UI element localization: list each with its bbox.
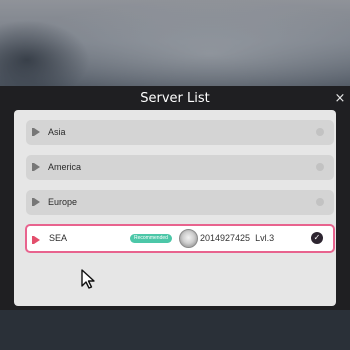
flag-icon: [32, 128, 40, 136]
server-name: America: [48, 162, 82, 172]
flag-icon: [32, 236, 40, 244]
account-level: Lvl.3: [255, 233, 275, 243]
server-row-america[interactable]: America: [26, 155, 334, 180]
server-row-asia[interactable]: Asia: [26, 120, 334, 145]
flag-icon: [32, 163, 40, 171]
radio-empty-icon: [316, 198, 324, 206]
background-bottom: [0, 310, 350, 350]
avatar: [179, 229, 198, 248]
account-info: 2014927425 Lvl.3: [200, 226, 274, 251]
radio-empty-icon: [316, 128, 324, 136]
recommended-badge: Recommended: [130, 234, 172, 243]
close-button[interactable]: ×: [333, 91, 347, 107]
flag-icon: [32, 198, 40, 206]
dialog-title: Server List: [140, 91, 210, 106]
mouse-cursor-icon: [81, 269, 95, 289]
checkmark-icon: ✓: [311, 232, 323, 244]
server-row-sea[interactable]: SEA Recommended 2014927425 Lvl.3 ✓: [25, 224, 335, 253]
server-name: Asia: [48, 127, 66, 137]
server-name: Europe: [48, 197, 78, 207]
account-id: 2014927425: [200, 233, 251, 243]
radio-empty-icon: [316, 163, 324, 171]
server-row-europe[interactable]: Europe: [26, 190, 334, 215]
server-name: SEA: [49, 233, 68, 243]
